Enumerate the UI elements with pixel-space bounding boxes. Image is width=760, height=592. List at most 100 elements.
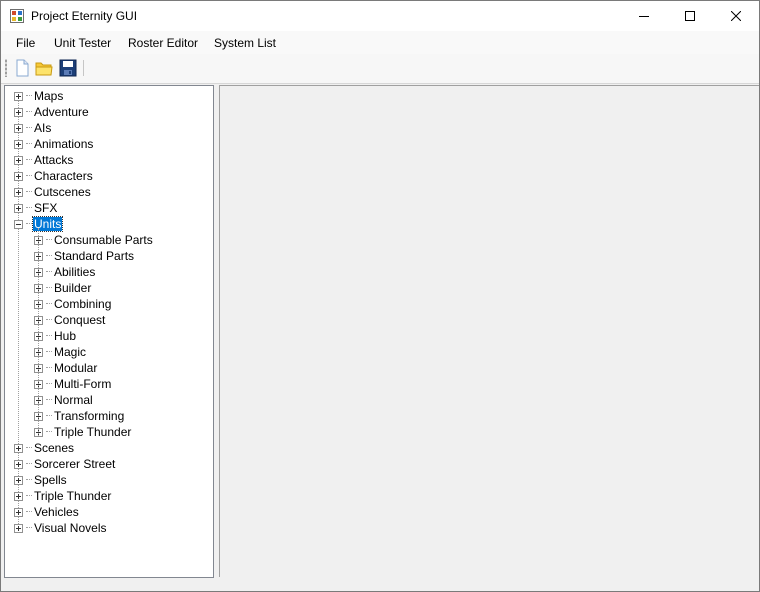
tree-connector xyxy=(26,223,32,225)
tree-connector xyxy=(26,527,32,529)
tree-connector xyxy=(26,207,32,209)
toolbar-grip[interactable] xyxy=(5,59,7,77)
tree-item-label[interactable]: Builder xyxy=(53,281,92,295)
expand-toggle-icon[interactable] xyxy=(14,443,23,453)
tree-item-animations[interactable]: Animations xyxy=(14,136,94,152)
tree-connector xyxy=(26,143,32,145)
tree-connector xyxy=(26,463,32,465)
tree-subitem-abilities[interactable]: Abilities xyxy=(34,264,96,280)
tree-item-label[interactable]: Conquest xyxy=(53,313,106,327)
expand-toggle-icon[interactable] xyxy=(14,187,23,197)
expand-toggle-icon[interactable] xyxy=(14,475,23,485)
expand-toggle-icon[interactable] xyxy=(14,459,23,469)
tree-item-label[interactable]: Scenes xyxy=(33,441,75,455)
tree-item-label[interactable]: Animations xyxy=(33,137,94,151)
tree-item-label[interactable]: AIs xyxy=(33,121,52,135)
tree-subitem-standard-parts[interactable]: Standard Parts xyxy=(34,248,135,264)
save-disk-icon[interactable] xyxy=(58,58,78,78)
expand-toggle-icon[interactable] xyxy=(14,523,23,533)
tree-item-label[interactable]: Sorcerer Street xyxy=(33,457,116,471)
tree-item-label[interactable]: Attacks xyxy=(33,153,74,167)
tree-connector xyxy=(46,431,52,433)
menu-file[interactable]: File xyxy=(16,36,35,50)
tree-subitem-hub[interactable]: Hub xyxy=(34,328,77,344)
tree-item-attacks[interactable]: Attacks xyxy=(14,152,74,168)
tree-subitem-combining[interactable]: Combining xyxy=(34,296,112,312)
tree-subitem-triple-thunder[interactable]: Triple Thunder xyxy=(34,424,132,440)
toolbar xyxy=(1,54,759,84)
tree-subitem-consumable-parts[interactable]: Consumable Parts xyxy=(34,232,154,248)
tree-connector xyxy=(26,479,32,481)
minimize-button[interactable] xyxy=(621,1,667,31)
tree-item-triple-thunder[interactable]: Triple Thunder xyxy=(14,488,112,504)
tree-item-ais[interactable]: AIs xyxy=(14,120,52,136)
app-icon xyxy=(10,9,24,23)
tree-item-label[interactable]: Spells xyxy=(33,473,68,487)
tree-item-label[interactable]: SFX xyxy=(33,201,58,215)
tree-subitem-modular[interactable]: Modular xyxy=(34,360,98,376)
tree-item-label[interactable]: Triple Thunder xyxy=(33,489,112,503)
expand-toggle-icon[interactable] xyxy=(14,155,23,165)
expand-toggle-icon[interactable] xyxy=(14,107,23,117)
collapse-toggle-icon[interactable] xyxy=(14,219,23,229)
expand-toggle-icon[interactable] xyxy=(14,139,23,149)
tree-item-label[interactable]: Multi-Form xyxy=(53,377,112,391)
tree-item-label[interactable]: Vehicles xyxy=(33,505,80,519)
tree-item-cutscenes[interactable]: Cutscenes xyxy=(14,184,92,200)
tree-item-vehicles[interactable]: Vehicles xyxy=(14,504,80,520)
expand-toggle-icon[interactable] xyxy=(14,123,23,133)
menu-system-list[interactable]: System List xyxy=(214,36,276,50)
tree-subitem-conquest[interactable]: Conquest xyxy=(34,312,106,328)
tree-item-label[interactable]: Hub xyxy=(53,329,77,343)
tree-item-label[interactable]: Triple Thunder xyxy=(53,425,132,439)
tree-subitem-magic[interactable]: Magic xyxy=(34,344,87,360)
expand-toggle-icon[interactable] xyxy=(14,171,23,181)
tree-item-label[interactable]: Cutscenes xyxy=(33,185,92,199)
tree-item-label[interactable]: Combining xyxy=(53,297,112,311)
tree-item-spells[interactable]: Spells xyxy=(14,472,68,488)
tree-connector xyxy=(26,111,32,113)
tree-item-label[interactable]: Visual Novels xyxy=(33,521,107,535)
tree-connector xyxy=(46,367,52,369)
tree-item-label[interactable]: Consumable Parts xyxy=(53,233,154,247)
open-folder-icon[interactable] xyxy=(34,58,54,78)
tree-item-characters[interactable]: Characters xyxy=(14,168,94,184)
tree-item-scenes[interactable]: Scenes xyxy=(14,440,75,456)
tree-item-label[interactable]: Adventure xyxy=(33,105,90,119)
tree-view[interactable]: Maps Adventure AIs Animations Attacks Charact… xyxy=(4,85,214,578)
menu-roster-editor[interactable]: Roster Editor xyxy=(128,36,198,50)
close-button[interactable] xyxy=(713,1,759,31)
tree-connector xyxy=(46,335,52,337)
tree-item-label[interactable]: Normal xyxy=(53,393,94,407)
tree-subitem-builder[interactable]: Builder xyxy=(34,280,92,296)
new-document-icon[interactable] xyxy=(12,58,32,78)
expand-toggle-icon[interactable] xyxy=(14,507,23,517)
tree-item-maps[interactable]: Maps xyxy=(14,88,64,104)
tree-subitem-multi-form[interactable]: Multi-Form xyxy=(34,376,112,392)
tree-connector xyxy=(46,351,52,353)
expand-toggle-icon[interactable] xyxy=(14,491,23,501)
tree-item-sorcerer-street[interactable]: Sorcerer Street xyxy=(14,456,116,472)
tree-connector xyxy=(26,447,32,449)
title-bar[interactable]: Project Eternity GUI xyxy=(1,1,759,31)
tree-connector xyxy=(46,399,52,401)
tree-item-label[interactable]: Magic xyxy=(53,345,87,359)
maximize-button[interactable] xyxy=(667,1,713,31)
tree-item-label[interactable]: Transforming xyxy=(53,409,125,423)
tree-item-visual-novels[interactable]: Visual Novels xyxy=(14,520,107,536)
expand-toggle-icon[interactable] xyxy=(14,203,23,213)
main-window: Project Eternity GUI File Unit Tester Ro… xyxy=(0,0,760,592)
tree-item-label[interactable]: Maps xyxy=(33,89,64,103)
menu-unit-tester[interactable]: Unit Tester xyxy=(54,36,111,50)
tree-item-label[interactable]: Standard Parts xyxy=(53,249,135,263)
tree-subitem-transforming[interactable]: Transforming xyxy=(34,408,125,424)
tree-subitem-normal[interactable]: Normal xyxy=(34,392,94,408)
tree-item-label[interactable]: Characters xyxy=(33,169,94,183)
tree-item-label[interactable]: Modular xyxy=(53,361,98,375)
tree-item-adventure[interactable]: Adventure xyxy=(14,104,90,120)
expand-toggle-icon[interactable] xyxy=(14,91,23,101)
tree-item-label[interactable]: Abilities xyxy=(53,265,96,279)
tree-item-sfx[interactable]: SFX xyxy=(14,200,58,216)
tree-connector xyxy=(46,415,52,417)
tree-connector xyxy=(26,191,32,193)
